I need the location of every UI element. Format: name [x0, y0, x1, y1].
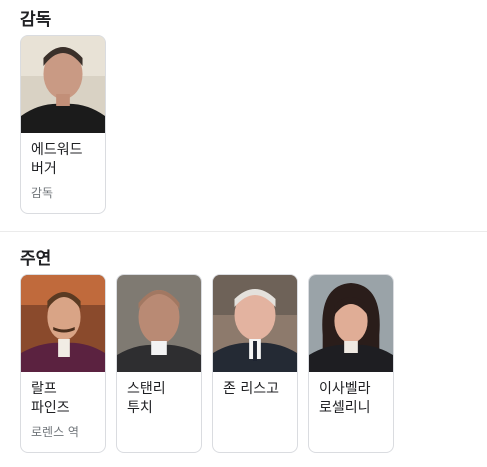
cast-section: 주연 랄프 파인즈 로렌스 역 스탠리 투치 존 리스고 이사벨라 로셀리니: [20, 248, 394, 453]
section-divider: [0, 231, 487, 232]
person-photo-icon: [213, 275, 297, 372]
person-name: 존 리스고: [223, 381, 279, 397]
director-card-row: 에드워드 버거 감독: [20, 35, 106, 214]
person-photo-icon: [309, 275, 393, 372]
person-photo-icon: [21, 36, 105, 133]
person-card-isabella-rossellini[interactable]: 이사벨라 로셀리니: [308, 274, 394, 453]
person-role: 로렌스 역: [31, 425, 79, 439]
person-photo-icon: [21, 275, 105, 372]
knowledge-panel-credits: 감독 에드워드 버거 감독 주연 랄프 파인즈 로렌스 역 스탠리 투치 존 리…: [0, 0, 487, 467]
card-body: 이사벨라 로셀리니: [309, 372, 393, 428]
person-name: 스탠리 투치: [127, 381, 166, 416]
person-role: 감독: [31, 186, 54, 200]
person-card-john-lithgow[interactable]: 존 리스고: [212, 274, 298, 453]
section-title-director: 감독: [20, 10, 52, 30]
person-card-edward-berger[interactable]: 에드워드 버거 감독: [20, 35, 106, 214]
person-name: 랄프 파인즈: [31, 381, 70, 416]
cast-card-row: 랄프 파인즈 로렌스 역 스탠리 투치 존 리스고 이사벨라 로셀리니: [20, 274, 394, 453]
person-name: 에드워드 버거: [31, 142, 83, 177]
card-body: 스탠리 투치: [117, 372, 201, 428]
section-title-cast: 주연: [20, 249, 52, 269]
card-body: 에드워드 버거 감독: [21, 133, 105, 211]
director-section: 감독 에드워드 버거 감독: [20, 9, 106, 214]
person-photo-icon: [117, 275, 201, 372]
card-body: 랄프 파인즈 로렌스 역: [21, 372, 105, 450]
card-body: 존 리스고: [213, 372, 297, 409]
person-name: 이사벨라 로셀리니: [319, 381, 371, 416]
person-card-ralph-fiennes[interactable]: 랄프 파인즈 로렌스 역: [20, 274, 106, 453]
person-card-stanley-tucci[interactable]: 스탠리 투치: [116, 274, 202, 453]
